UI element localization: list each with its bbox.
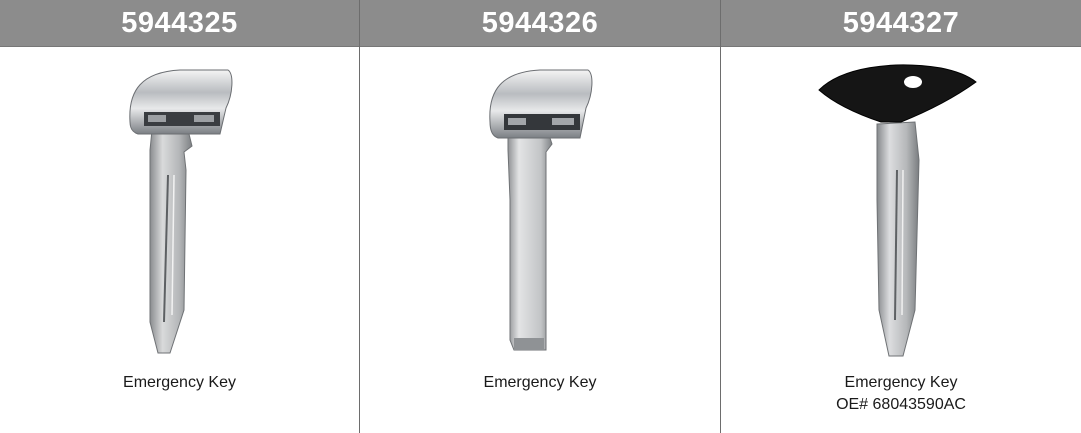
- product-card-5944326: 5944326 Emergency Key: [359, 0, 720, 433]
- product-description: Emergency Key: [123, 374, 236, 391]
- emergency-key-black-head-icon: [818, 64, 977, 357]
- product-description: Emergency Key: [483, 374, 597, 391]
- part-number: 5944325: [121, 6, 238, 39]
- part-number-header: 5944327: [721, 0, 1081, 47]
- part-number: 5944326: [481, 6, 599, 39]
- part-number-header: 5944326: [360, 0, 720, 47]
- product-card-5944325: 5944325 Emergency Key: [0, 0, 359, 433]
- part-number-header: 5944325: [0, 0, 359, 47]
- product-description: Emergency Key: [844, 374, 958, 391]
- key-image: [360, 60, 720, 360]
- emergency-key-chrome-icon: [489, 69, 593, 351]
- product-caption: Emergency Key: [0, 372, 359, 394]
- product-grid: 5944325 Emergency Key 5944326 Emergency …: [0, 0, 1081, 433]
- oe-number: OE# 68043590AC: [836, 396, 966, 413]
- part-number: 5944327: [842, 6, 960, 39]
- emergency-key-chrome-icon: [128, 69, 232, 354]
- product-caption: Emergency Key OE# 68043590AC: [721, 372, 1081, 416]
- product-card-5944327: 5944327 Emergency Key OE# 68043590AC: [720, 0, 1081, 433]
- key-image: [721, 60, 1081, 360]
- key-image: [0, 60, 359, 360]
- product-caption: Emergency Key: [360, 372, 720, 394]
